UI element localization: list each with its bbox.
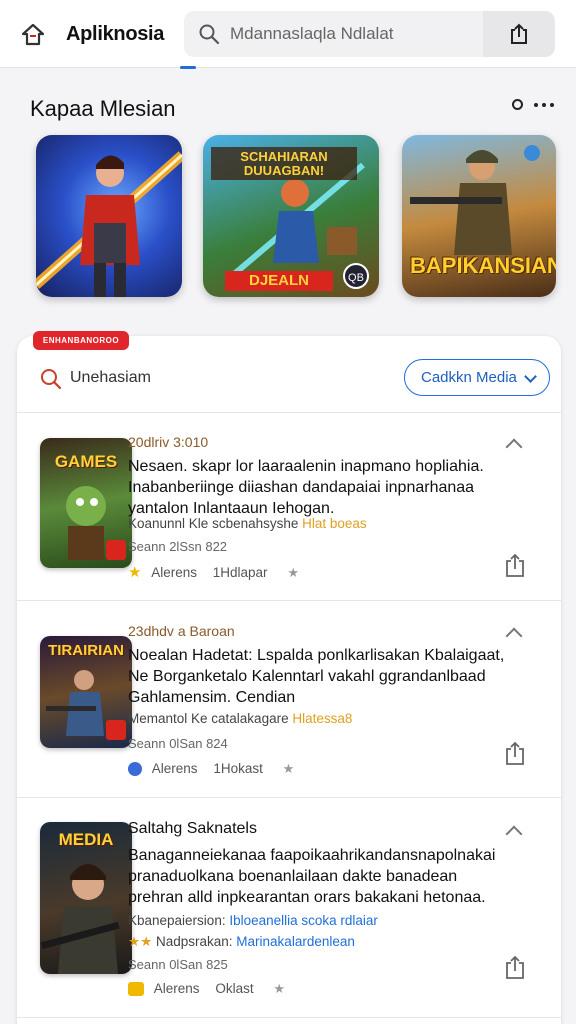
article-byline: Kbanepaiersion: Ibloeanellia scoka rdlai… — [128, 913, 378, 928]
byline-text: Memantol Ke catalakagare — [128, 711, 289, 726]
article-meta: Seann 0lSan 824 — [128, 736, 228, 751]
divider — [17, 600, 561, 601]
article-headline[interactable]: Noealan Hadetat: Lspalda ponlkarlisakan … — [128, 645, 508, 708]
share-icon — [511, 23, 527, 44]
share-icon[interactable] — [504, 552, 526, 578]
favorite-star-icon[interactable]: ★ — [287, 565, 299, 580]
time-ago: Oklast — [215, 981, 254, 996]
featured-banner-text: SCHAHIARAN DUUAGBAN! — [211, 147, 357, 181]
byline-highlight: Hlatessa8 — [292, 711, 353, 726]
star-icon: ★ — [128, 564, 142, 581]
article-thumbnail[interactable]: GAMES — [40, 438, 132, 568]
byline-link[interactable]: Ibloeanellia scoka rdlaiar — [229, 913, 378, 928]
hero-art-icon — [36, 151, 182, 297]
article-title[interactable]: Saltahg Saknatels — [128, 820, 257, 838]
time-ago: 1Hokast — [213, 761, 263, 776]
back-home-icon[interactable] — [20, 22, 46, 48]
divider — [17, 1017, 561, 1018]
author-name[interactable]: Alerens — [154, 981, 200, 996]
article-footer: ★ Alerens 1Hdlapar ★ — [128, 563, 299, 581]
thumbnail-label: TIRAIRIAN — [48, 642, 124, 659]
article-byline: Memantol Ke catalakagare Hlatessa8 — [128, 711, 352, 726]
tab-indicator — [180, 66, 196, 69]
badge-icon — [106, 540, 126, 560]
featured-section-title: Kapaa Mlesian — [30, 96, 176, 121]
featured-bottom-text: DJEALN — [225, 271, 333, 291]
article-thumbnail[interactable]: MEDIA — [40, 822, 132, 974]
thumbnail-label: MEDIA — [58, 830, 114, 849]
app-title: Apliknosia — [66, 23, 165, 45]
featured-badge: QB — [343, 263, 369, 289]
favorite-star-icon[interactable]: ★ — [283, 761, 295, 776]
time-ago: 1Hdlapar — [212, 565, 268, 580]
article-meta: Seann 0lSan 825 — [128, 957, 228, 972]
ring-icon — [512, 99, 523, 110]
byline-highlight: Hlat boeas — [302, 516, 367, 531]
share-icon[interactable] — [504, 954, 526, 980]
article-date: 20dlriv 3:010 — [128, 434, 209, 450]
media-dropdown-label: Cadkkn Media — [421, 369, 517, 386]
top-bar: Apliknosia — [0, 0, 576, 69]
divider — [17, 797, 561, 798]
dot-icon — [542, 103, 546, 107]
article-byline: Koanunnl Kle scbenahsyshe Hlat boeas — [128, 516, 367, 531]
divider — [17, 412, 561, 413]
author-name[interactable]: Alerens — [152, 761, 198, 776]
search-bar[interactable] — [184, 11, 555, 57]
author-name[interactable]: Alerens — [151, 565, 197, 580]
featured-caption: BAPIKANSIAN — [410, 253, 556, 278]
chevron-down-icon — [524, 370, 537, 383]
article-footer: Alerens Oklast ★ — [128, 981, 285, 997]
dot-icon — [534, 103, 538, 107]
featured-tile[interactable] — [36, 135, 182, 297]
media-dropdown-button[interactable]: Cadkkn Media — [404, 359, 550, 396]
share-button[interactable] — [483, 11, 555, 57]
favorite-star-icon[interactable]: ★ — [273, 981, 285, 996]
search-icon[interactable] — [40, 368, 62, 390]
article-date: 23dhdv a Baroan — [128, 623, 235, 639]
byline-link[interactable]: Marinakalardenlean — [236, 934, 355, 949]
article-byline: ★★ Nadpsrakan: Marinakalardenlean — [128, 934, 355, 950]
article-headline[interactable]: Nesaen. skapr lor laaraalenin inapmano h… — [128, 456, 498, 519]
thumbnail-label: GAMES — [54, 452, 118, 471]
dot-icon — [550, 103, 554, 107]
more-options-button[interactable] — [512, 96, 558, 116]
article-headline[interactable]: Banaganneiekanaa faapoikaahrikandansnapo… — [128, 845, 508, 908]
featured-tile[interactable]: SCHAHIARAN DUUAGBAN! DJEALN QB — [203, 135, 379, 297]
article-footer: Alerens 1Hokast ★ — [128, 761, 294, 777]
author-avatar-icon — [128, 762, 142, 777]
author-avatar-icon — [128, 982, 144, 997]
article-meta: Seann 2lSsn 822 — [128, 539, 228, 554]
byline-text: Nadpsrakan: — [155, 934, 233, 949]
byline-text: Kbanepaiersion: — [128, 913, 226, 928]
category-tag: ENHANBANOROO — [33, 331, 129, 350]
search-icon — [198, 23, 220, 45]
article-thumbnail[interactable]: TIRAIRIAN — [40, 636, 132, 748]
filter-label[interactable]: Unehasiam — [70, 369, 151, 387]
search-input[interactable] — [230, 19, 470, 49]
byline-text: Koanunnl Kle scbenahsyshe — [128, 516, 299, 531]
badge-icon — [106, 720, 126, 740]
share-icon[interactable] — [504, 740, 526, 766]
featured-tile[interactable]: BAPIKANSIAN — [402, 135, 556, 297]
rating-icon: ★★ — [128, 934, 153, 949]
